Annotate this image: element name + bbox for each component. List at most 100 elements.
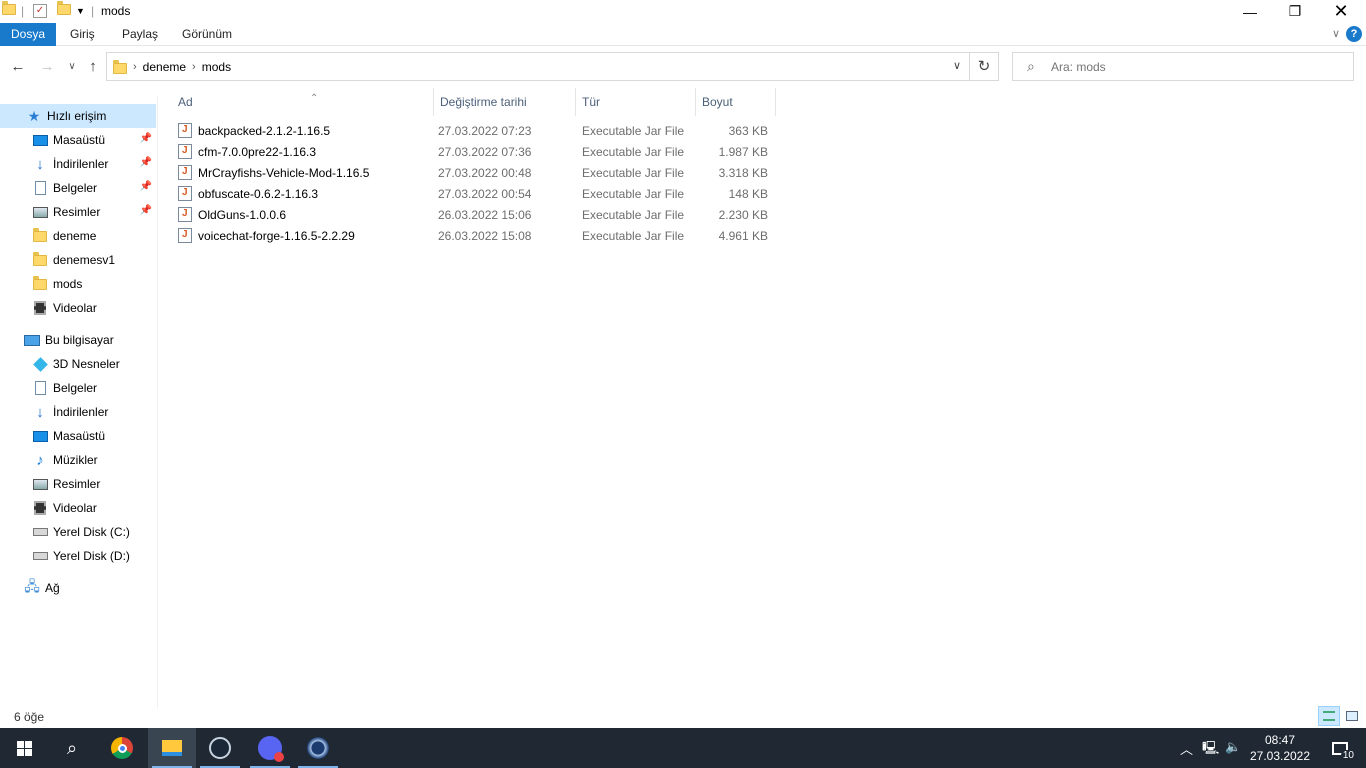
nav-pc-3d-objects[interactable]: 3D Nesneler (0, 352, 156, 376)
nav-item-denemesv1[interactable]: denemesv1 (0, 248, 156, 272)
3d-objects-icon (32, 356, 48, 372)
network-tray-icon[interactable]: 🖳 (1202, 739, 1219, 761)
nav-network[interactable]: 🖧 Ağ (0, 576, 156, 600)
search-box[interactable]: ⌕ (1012, 52, 1354, 81)
nav-pc-music[interactable]: ♪ Müzikler (0, 448, 156, 472)
pin-icon: 📌 (139, 181, 152, 192)
tab-share[interactable]: Paylaş (114, 23, 166, 46)
tab-file[interactable]: Dosya (0, 23, 56, 46)
search-input[interactable] (1051, 53, 1341, 80)
nav-this-pc[interactable]: Bu bilgisayar (0, 328, 156, 352)
back-arrow-icon[interactable]: ← (8, 58, 28, 75)
nav-item-downloads[interactable]: ↓ İndirilenler 📌 (0, 152, 156, 176)
nav-item-label: Resimler (53, 205, 101, 219)
nav-quick-access[interactable]: ★ Hızlı erişim (0, 104, 156, 128)
nav-item-label: Yerel Disk (C:) (53, 525, 130, 539)
column-header-date[interactable]: Değiştirme tarihi (434, 88, 576, 116)
taskbar-chrome[interactable] (98, 728, 146, 768)
taskbar-file-explorer[interactable] (148, 728, 196, 768)
start-button[interactable] (0, 728, 48, 768)
file-row[interactable]: MrCrayfishs-Vehicle-Mod-1.16.5 27.03.202… (158, 162, 778, 183)
nav-item-pictures[interactable]: Resimler 📌 (0, 200, 156, 224)
nav-item-label: Resimler (53, 477, 101, 491)
pin-icon: 📌 (139, 205, 152, 216)
column-headers: Ad ⌃ Değiştirme tarihi Tür Boyut (158, 88, 1366, 116)
file-size: 148 KB (728, 186, 768, 201)
chevron-down-icon[interactable]: ▼ (76, 6, 85, 16)
system-clock[interactable]: 08:47 27.03.2022 (1248, 732, 1312, 764)
column-header-type[interactable]: Tür (576, 88, 696, 116)
file-name: MrCrayfishs-Vehicle-Mod-1.16.5 (198, 165, 370, 180)
nav-pc-desktop[interactable]: Masaüstü (0, 424, 156, 448)
file-type: Executable Jar File (582, 123, 685, 138)
breadcrumb-item-deneme[interactable]: deneme (143, 60, 186, 74)
tab-home[interactable]: Giriş (62, 23, 103, 46)
close-button[interactable]: ✕ (1318, 0, 1364, 23)
folder-icon (32, 275, 48, 292)
nav-pc-drive-c[interactable]: Yerel Disk (C:) (0, 520, 156, 544)
navigation-bar: ← → ∨ ↑ › deneme › mods ∨ ↻ ⌕ (0, 46, 1366, 88)
folder-icon (32, 227, 48, 244)
status-bar: 6 öğe (0, 706, 1366, 728)
forward-arrow-icon[interactable]: → (37, 58, 57, 75)
refresh-button[interactable]: ↻ (970, 52, 999, 81)
folder-icon (113, 60, 127, 74)
chevron-right-icon[interactable]: › (192, 61, 196, 73)
volume-icon[interactable]: 🔈 (1225, 739, 1241, 755)
column-header-size[interactable]: Boyut (696, 88, 776, 116)
recent-locations-chevron-icon[interactable]: ∨ (62, 61, 82, 72)
column-header-name[interactable]: Ad ⌃ (172, 88, 434, 116)
nav-pc-pictures[interactable]: Resimler (0, 472, 156, 496)
restore-button[interactable]: ❐ (1272, 0, 1318, 23)
nav-item-documents[interactable]: Belgeler 📌 (0, 176, 156, 200)
nav-item-desktop[interactable]: Masaüstü 📌 (0, 128, 156, 152)
taskbar-steam[interactable] (196, 728, 244, 768)
chevron-down-icon[interactable]: ∨ (953, 59, 961, 72)
music-icon: ♪ (36, 451, 44, 469)
taskbar-discord[interactable] (246, 728, 294, 768)
nav-item-mods[interactable]: mods (0, 272, 156, 296)
action-center-button[interactable]: 10 (1316, 728, 1364, 768)
nav-item-videos[interactable]: Videolar (0, 296, 156, 320)
file-type: Executable Jar File (582, 144, 685, 159)
file-explorer-icon (162, 740, 182, 756)
up-arrow-icon[interactable]: ↑ (83, 58, 103, 75)
taskbar-app[interactable] (294, 728, 342, 768)
separator: | (21, 4, 25, 18)
file-name: voicechat-forge-1.16.5-2.2.29 (198, 228, 355, 243)
expand-ribbon-icon[interactable]: ∨ (1332, 27, 1340, 40)
file-date: 27.03.2022 07:23 (438, 123, 532, 138)
star-icon: ★ (27, 107, 41, 124)
nav-pc-downloads[interactable]: ↓ İndirilenler (0, 400, 156, 424)
nav-item-label: denemesv1 (53, 253, 116, 267)
network-icon: 🖧 (24, 578, 40, 594)
notification-icon: 10 (1332, 741, 1356, 761)
search-button[interactable]: ⌕ (48, 728, 96, 768)
nav-item-label: Videolar (53, 501, 97, 515)
chevron-right-icon[interactable]: › (133, 61, 137, 73)
file-row[interactable]: voicechat-forge-1.16.5-2.2.29 26.03.2022… (158, 225, 778, 246)
nav-item-label: Belgeler (53, 181, 98, 195)
new-folder-icon[interactable] (57, 1, 71, 18)
breadcrumb-item-mods[interactable]: mods (202, 60, 231, 74)
file-row[interactable]: backpacked-2.1.2-1.16.5 27.03.2022 07:23… (158, 120, 778, 141)
nav-pc-documents[interactable]: Belgeler (0, 376, 156, 400)
nav-pc-drive-d[interactable]: Yerel Disk (D:) (0, 544, 156, 568)
properties-icon[interactable]: ✓ (33, 4, 47, 18)
file-row[interactable]: OldGuns-1.0.0.6 26.03.2022 15:06 Executa… (158, 204, 778, 225)
help-button[interactable]: ? (1346, 26, 1362, 42)
large-icons-view-button[interactable] (1341, 706, 1363, 726)
show-hidden-icons-chevron-icon[interactable]: ︿ (1180, 739, 1193, 758)
file-row[interactable]: cfm-7.0.0pre22-1.16.3 27.03.2022 07:36 E… (158, 141, 778, 162)
file-name: obfuscate-0.6.2-1.16.3 (198, 186, 319, 201)
details-view-button[interactable] (1318, 706, 1340, 726)
tab-view[interactable]: Görünüm (174, 23, 240, 46)
nav-pc-videos[interactable]: Videolar (0, 496, 156, 520)
file-row[interactable]: obfuscate-0.6.2-1.16.3 27.03.2022 00:54 … (158, 183, 778, 204)
minimize-button[interactable]: — (1227, 0, 1273, 23)
nav-item-label: İndirilenler (53, 405, 109, 419)
nav-item-deneme[interactable]: deneme (0, 224, 156, 248)
file-size: 1.987 KB (718, 144, 768, 159)
clock-time: 08:47 (1264, 733, 1296, 747)
address-bar[interactable]: › deneme › mods ∨ (106, 52, 970, 81)
